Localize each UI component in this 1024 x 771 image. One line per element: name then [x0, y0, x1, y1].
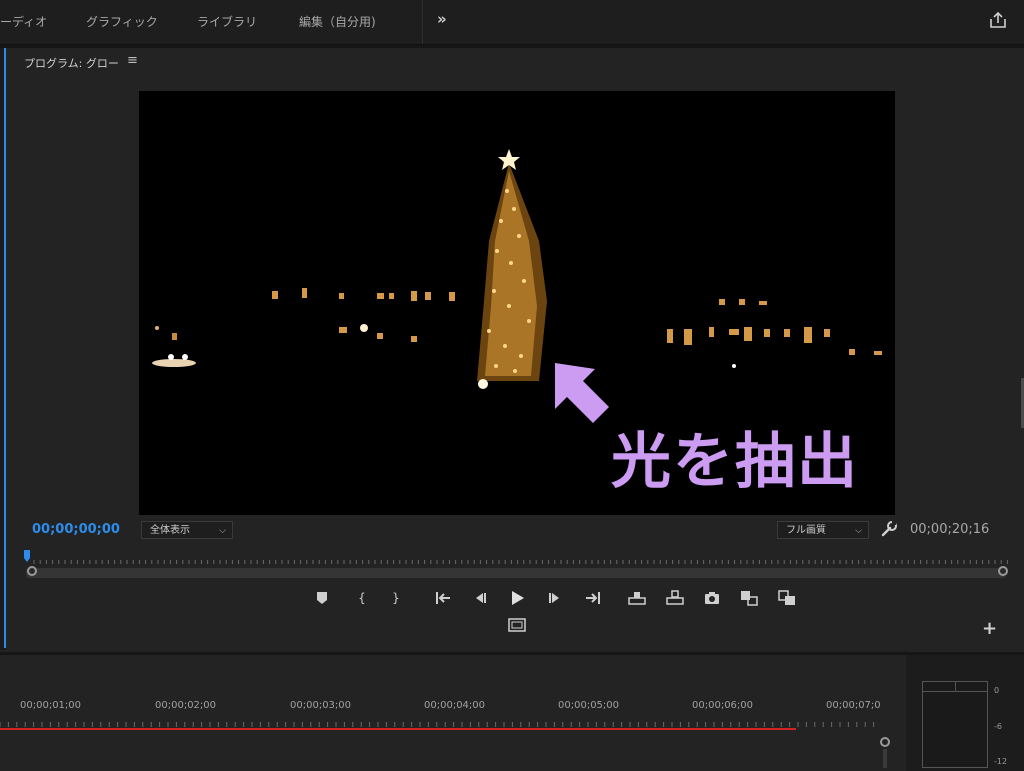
safe-margins-icon[interactable]: [507, 615, 527, 635]
pointer-arrow-icon: [555, 363, 609, 423]
workspace-tab-libraries[interactable]: ライブラリ: [197, 13, 257, 30]
zoom-handle-left[interactable]: [27, 566, 37, 576]
timeline-panel: [0, 652, 906, 771]
current-timecode[interactable]: 00;00;00;00: [32, 522, 120, 537]
panel-title[interactable]: プログラム: グロー: [24, 55, 119, 71]
timeline-ruler-label: 00;00;06;00: [692, 700, 754, 711]
go-to-out-icon[interactable]: [582, 588, 602, 608]
timeline-ruler-label: 00;00;02;00: [155, 700, 217, 711]
timeline-vertical-scrollbar[interactable]: [883, 749, 887, 768]
program-video-frame: 光を抽出: [139, 91, 895, 515]
audio-meter: [922, 681, 988, 768]
playhead-marker[interactable]: [24, 550, 30, 562]
timeline-ruler-label: 00;00;01;00: [20, 700, 82, 711]
insert-icon[interactable]: [739, 588, 759, 608]
overlay-caption: 光を抽出: [611, 427, 859, 497]
playback-quality-select[interactable]: フル画質 ⌵: [777, 521, 869, 539]
timeline-zoom-handle[interactable]: [880, 737, 890, 747]
lift-icon[interactable]: [627, 588, 647, 608]
timeline-time-ruler[interactable]: [0, 714, 880, 728]
divider: [422, 0, 423, 44]
step-back-icon[interactable]: [470, 588, 490, 608]
db-label: -12: [994, 757, 1008, 766]
workspace-tab-graphics[interactable]: グラフィック: [86, 13, 158, 30]
share-export-icon[interactable]: [988, 10, 1008, 30]
extract-icon[interactable]: [665, 588, 685, 608]
add-marker-icon[interactable]: [312, 588, 332, 608]
timeline-ruler-label: 00;00;04;00: [424, 700, 486, 711]
zoom-scrollbar-track[interactable]: [26, 568, 1006, 578]
render-status-bar: [0, 728, 796, 730]
monitor-time-ruler[interactable]: [24, 550, 1008, 566]
play-icon[interactable]: [507, 588, 527, 608]
zoom-handle-right[interactable]: [998, 566, 1008, 576]
double-chevron-right-icon[interactable]: »: [437, 10, 447, 28]
wrench-icon[interactable]: [880, 520, 898, 538]
duration-timecode: 00;00;20;16: [910, 522, 990, 537]
timeline-ruler-label: 00;00;07;0: [826, 700, 881, 711]
quality-select-value: フル画質: [786, 525, 826, 536]
overwrite-icon[interactable]: [777, 588, 797, 608]
zoom-select[interactable]: 全体表示 ⌵: [141, 521, 233, 539]
go-to-in-icon[interactable]: [434, 588, 454, 608]
chevron-down-icon: ⌵: [219, 526, 226, 536]
db-label: 0: [994, 686, 1000, 695]
timeline-ruler-label: 00;00;03;00: [290, 700, 352, 711]
plus-icon[interactable]: +: [982, 618, 997, 639]
hamburger-menu-icon[interactable]: ≡: [127, 53, 138, 68]
timeline-ruler-label: 00;00;05;00: [558, 700, 620, 711]
meter-peak-line: [923, 691, 987, 692]
step-forward-icon[interactable]: [545, 588, 565, 608]
workspace-bar: ーディオ グラフィック ライブラリ 編集（自分用) »: [0, 0, 1024, 45]
workspace-tab-editing-custom[interactable]: 編集（自分用): [299, 13, 376, 30]
camera-export-frame-icon[interactable]: [702, 588, 722, 608]
chevron-down-icon: ⌵: [855, 526, 862, 536]
mark-in-icon[interactable]: {: [352, 588, 372, 608]
zoom-select-value: 全体表示: [150, 525, 190, 536]
mark-out-icon[interactable]: }: [386, 588, 406, 608]
workspace-tab-audio[interactable]: ーディオ: [0, 13, 47, 30]
db-label: -6: [994, 722, 1002, 731]
